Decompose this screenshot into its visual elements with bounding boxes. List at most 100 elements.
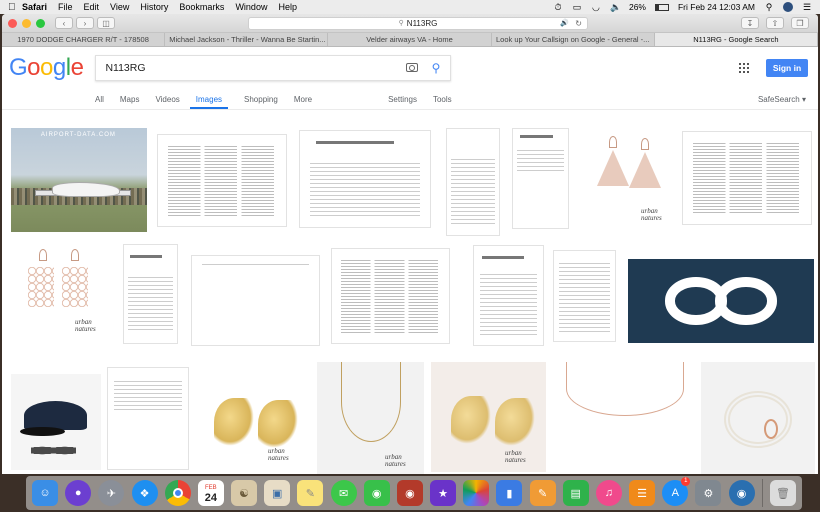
tab-michael-jackson[interactable]: Michael Jackson - Thriller - Wanna Be St… bbox=[165, 33, 329, 46]
menu-bookmarks[interactable]: Bookmarks bbox=[179, 2, 224, 12]
image-result-document[interactable] bbox=[123, 244, 178, 344]
volume-icon[interactable]: 🔈 bbox=[610, 2, 621, 13]
airplay-icon[interactable]: ▭ bbox=[572, 2, 582, 13]
launchpad-icon[interactable]: ✈ bbox=[98, 480, 125, 506]
show-tabs-button[interactable]: ❐ bbox=[791, 17, 809, 29]
photobooth-icon[interactable]: ◉ bbox=[396, 480, 423, 506]
image-result-document[interactable] bbox=[299, 130, 431, 228]
image-result-document[interactable] bbox=[512, 128, 569, 229]
menu-app-safari[interactable]: Safari bbox=[22, 2, 47, 12]
keynote-icon[interactable]: ▮ bbox=[496, 480, 523, 506]
pages-icon[interactable]: ✎ bbox=[529, 480, 556, 506]
downloads-button[interactable]: ↧ bbox=[741, 17, 759, 29]
share-button[interactable]: ⇧ bbox=[766, 17, 784, 29]
menu-view[interactable]: View bbox=[110, 2, 129, 12]
image-result-earrings[interactable]: urban natures bbox=[581, 130, 673, 231]
reload-icon[interactable]: ↻ bbox=[575, 19, 582, 28]
wifi-icon[interactable]: ◡ bbox=[591, 2, 601, 13]
image-result-aircraft[interactable]: AIRPORT-DATA.COM bbox=[11, 128, 147, 232]
safesearch-toggle[interactable]: SafeSearch ▾ bbox=[758, 95, 806, 104]
photos-icon[interactable] bbox=[463, 480, 490, 506]
menu-bar:  Safari File Edit View History Bookmark… bbox=[0, 0, 820, 14]
search-icon[interactable]: ⚲ bbox=[432, 61, 441, 75]
clock[interactable]: Fri Feb 24 12:03 AM bbox=[678, 2, 755, 12]
image-result-bracelet[interactable] bbox=[701, 362, 815, 474]
menu-file[interactable]: File bbox=[58, 2, 73, 12]
google-logo[interactable]: Google bbox=[9, 53, 84, 82]
tab-velder-airways[interactable]: Velder airways VA - Home bbox=[328, 33, 492, 46]
image-result-earrings[interactable]: urban natures bbox=[431, 362, 546, 472]
image-result-earrings[interactable]: urban natures bbox=[9, 245, 105, 341]
user-avatar[interactable] bbox=[783, 2, 793, 12]
image-result-document[interactable] bbox=[473, 245, 544, 346]
image-result-document[interactable] bbox=[331, 248, 450, 344]
sign-in-button[interactable]: Sign in bbox=[766, 58, 808, 77]
notification-center-icon[interactable]: ☰ bbox=[802, 2, 812, 13]
numbers-icon[interactable]: ▤ bbox=[562, 480, 589, 506]
menu-edit[interactable]: Edit bbox=[84, 2, 100, 12]
nav-shopping[interactable]: Shopping bbox=[244, 95, 278, 109]
image-result-airline-logo[interactable] bbox=[628, 259, 814, 343]
search-input[interactable]: N113RG ⚲ bbox=[95, 54, 452, 81]
calendar-icon[interactable]: FEB 24 bbox=[197, 480, 224, 506]
minimize-window-button[interactable] bbox=[22, 18, 31, 28]
messages-icon[interactable]: ✉ bbox=[330, 480, 357, 506]
nav-tools[interactable]: Tools bbox=[433, 95, 452, 109]
apple-icon[interactable]:  bbox=[8, 2, 22, 13]
image-result-document[interactable] bbox=[191, 255, 320, 346]
menu-help[interactable]: Help bbox=[278, 2, 297, 12]
camera-icon[interactable] bbox=[405, 63, 418, 72]
image-result-document[interactable] bbox=[553, 250, 616, 342]
google-earth-icon[interactable]: ◉ bbox=[728, 480, 755, 506]
preview-icon[interactable]: ▣ bbox=[264, 480, 291, 506]
nav-videos[interactable]: Videos bbox=[155, 95, 179, 109]
system-preferences-icon[interactable]: ⚙ bbox=[695, 480, 722, 506]
contacts-icon[interactable]: ☯ bbox=[231, 480, 258, 506]
nav-maps[interactable]: Maps bbox=[120, 95, 140, 109]
forward-button[interactable]: › bbox=[76, 17, 94, 29]
sidebar-button[interactable]: ◫ bbox=[97, 17, 115, 29]
apps-grid-icon[interactable] bbox=[739, 62, 749, 73]
image-result-document[interactable] bbox=[682, 131, 812, 225]
battery-icon[interactable] bbox=[654, 3, 669, 11]
battery-percent[interactable]: 26% bbox=[629, 2, 646, 12]
image-result-necklace[interactable] bbox=[554, 362, 695, 473]
nav-settings[interactable]: Settings bbox=[388, 95, 417, 109]
tab-google-search[interactable]: N113RG - Google Search bbox=[654, 33, 818, 46]
safari-icon[interactable]: ❖ bbox=[131, 480, 158, 506]
logo-letter: o bbox=[27, 53, 41, 81]
zoom-window-button[interactable] bbox=[36, 18, 45, 28]
menu-window[interactable]: Window bbox=[235, 2, 267, 12]
chrome-icon[interactable] bbox=[164, 480, 191, 506]
back-button[interactable]: ‹ bbox=[55, 17, 73, 29]
image-result-document[interactable] bbox=[446, 128, 500, 236]
brand-logo-word: natures bbox=[75, 325, 96, 333]
image-result-document[interactable] bbox=[157, 134, 287, 227]
nav-images[interactable]: Images bbox=[189, 95, 229, 109]
tab-callsign[interactable]: Look up Your Callsign on Google - Genera… bbox=[492, 33, 655, 46]
imovie-icon[interactable]: ★ bbox=[430, 480, 457, 506]
close-window-button[interactable] bbox=[8, 18, 17, 28]
notes-icon[interactable]: ✎ bbox=[297, 480, 324, 506]
siri-icon[interactable]: ● bbox=[65, 480, 92, 506]
ibooks-icon[interactable]: ☰ bbox=[629, 480, 656, 506]
nav-all[interactable]: All bbox=[95, 95, 104, 109]
itunes-icon[interactable]: ♫ bbox=[595, 480, 622, 506]
image-result-earrings[interactable]: urban natures bbox=[196, 364, 310, 472]
spotlight-icon[interactable]: ⚲ bbox=[764, 2, 774, 13]
address-bar[interactable]: ⚲ N113RG 🔊 ↻ bbox=[248, 16, 588, 30]
tab-dodge-charger[interactable]: 1970 DODGE CHARGER R/T - 178508 bbox=[2, 33, 166, 46]
timemachine-icon[interactable]: ⏱ bbox=[553, 2, 563, 13]
trash-icon[interactable]: 🗑 bbox=[769, 480, 796, 506]
image-result-necklace[interactable]: urban natures bbox=[317, 362, 424, 474]
facetime-icon[interactable]: ◉ bbox=[363, 480, 390, 506]
nav-more[interactable]: More bbox=[294, 95, 312, 109]
audio-playing-icon[interactable]: 🔊 bbox=[560, 19, 569, 27]
search-query[interactable]: N113RG bbox=[105, 62, 405, 74]
logo-letter: g bbox=[52, 53, 66, 81]
app-store-icon[interactable]: A1 bbox=[662, 477, 691, 506]
image-result-document[interactable] bbox=[107, 367, 189, 470]
finder-icon[interactable]: ☺ bbox=[32, 480, 58, 506]
menu-history[interactable]: History bbox=[140, 2, 168, 12]
image-result-pilot-cap[interactable] bbox=[11, 374, 101, 470]
